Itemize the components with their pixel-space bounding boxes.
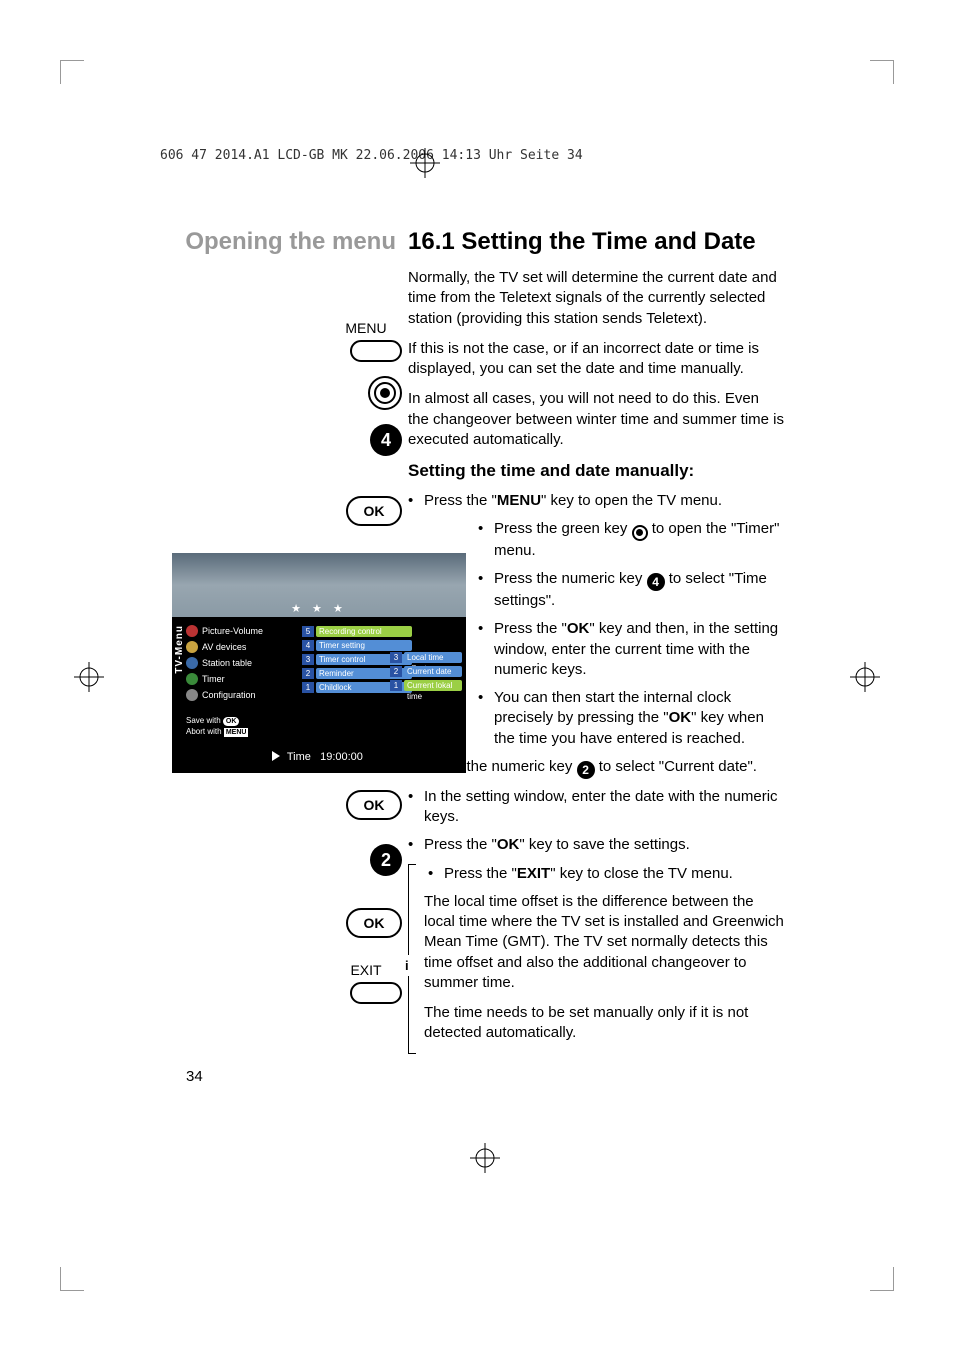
crop-mark — [60, 1267, 84, 1291]
osd-left-item: Station table — [202, 658, 252, 668]
numeric-2-key-icon: 2 — [370, 844, 402, 876]
ok-key-icon: OK — [346, 496, 402, 526]
exit-key-label: EXIT — [330, 962, 402, 978]
step-item: •In the setting window, enter the date w… — [408, 787, 784, 828]
section-title: 16.1 Setting the Time and Date — [408, 228, 756, 256]
osd-mid-item: Timer setting — [316, 640, 412, 651]
green-key-icon — [368, 376, 402, 410]
info-callout: i •Press the "EXIT" key to close the TV … — [408, 864, 784, 1054]
exit-key-icon — [350, 982, 402, 1004]
step-item: •Press the numeric key 2 to select "Curr… — [408, 757, 784, 779]
osd-ok-chip: OK — [223, 717, 240, 726]
green-key-inline-icon — [632, 525, 648, 541]
crop-mark — [870, 60, 894, 84]
subheading: Setting the time and date manually: — [408, 460, 784, 483]
ok-key-icon: OK — [346, 790, 402, 820]
body-text: In almost all cases, you will not need t… — [408, 389, 784, 450]
registration-mark — [470, 1143, 500, 1178]
ok-key-icon: OK — [346, 908, 402, 938]
osd-abort-label: Abort with — [186, 727, 222, 736]
registration-mark — [410, 148, 440, 183]
crop-mark — [60, 60, 84, 84]
side-heading: Opening the menu — [170, 228, 408, 256]
step-item: •Press the green key to open the "Timer"… — [478, 519, 784, 561]
info-text: The time needs to be set manually only i… — [424, 1003, 784, 1044]
numeric-4-key-icon: 4 — [370, 424, 402, 456]
osd-left-item: Configuration — [202, 690, 256, 700]
registration-mark — [850, 662, 880, 697]
body-text: If this is not the case, or if an incorr… — [408, 339, 784, 380]
page-number: 34 — [186, 1068, 203, 1085]
body-text: Normally, the TV set will determine the … — [408, 268, 784, 329]
osd-vert-label: TV-Menu — [174, 625, 185, 674]
osd-time-value: 19:00:00 — [320, 751, 363, 763]
page-header: 606 47 2014.A1 LCD-GB MK 22.06.2006 14:1… — [160, 148, 583, 163]
step-item: •Press the "OK" key to save the settings… — [408, 835, 784, 855]
step-item: •Press the "MENU" key to open the TV men… — [408, 491, 784, 511]
osd-left-item: Timer — [202, 674, 225, 684]
step-item: •You can then start the internal clock p… — [478, 688, 784, 749]
step-item: •Press the "OK" key and then, in the set… — [478, 619, 784, 680]
info-text: The local time offset is the difference … — [424, 892, 784, 993]
step-item: •Press the numeric key 4 to select "Time… — [478, 569, 784, 611]
osd-menu-chip: MENU — [224, 728, 249, 737]
osd-left-item: AV devices — [202, 642, 246, 652]
osd-time-label: Time — [287, 751, 311, 763]
crop-mark — [870, 1267, 894, 1291]
numeric-2-inline-icon: 2 — [577, 761, 595, 779]
numeric-4-inline-icon: 4 — [647, 573, 665, 591]
osd-left-item: Picture-Volume — [202, 626, 263, 636]
menu-key-label: MENU — [330, 320, 402, 336]
play-icon — [272, 751, 280, 761]
registration-mark — [74, 662, 104, 697]
osd-mid-item: Recording control — [316, 626, 412, 637]
osd-save-label: Save with — [186, 716, 221, 725]
menu-key-icon — [350, 340, 402, 362]
